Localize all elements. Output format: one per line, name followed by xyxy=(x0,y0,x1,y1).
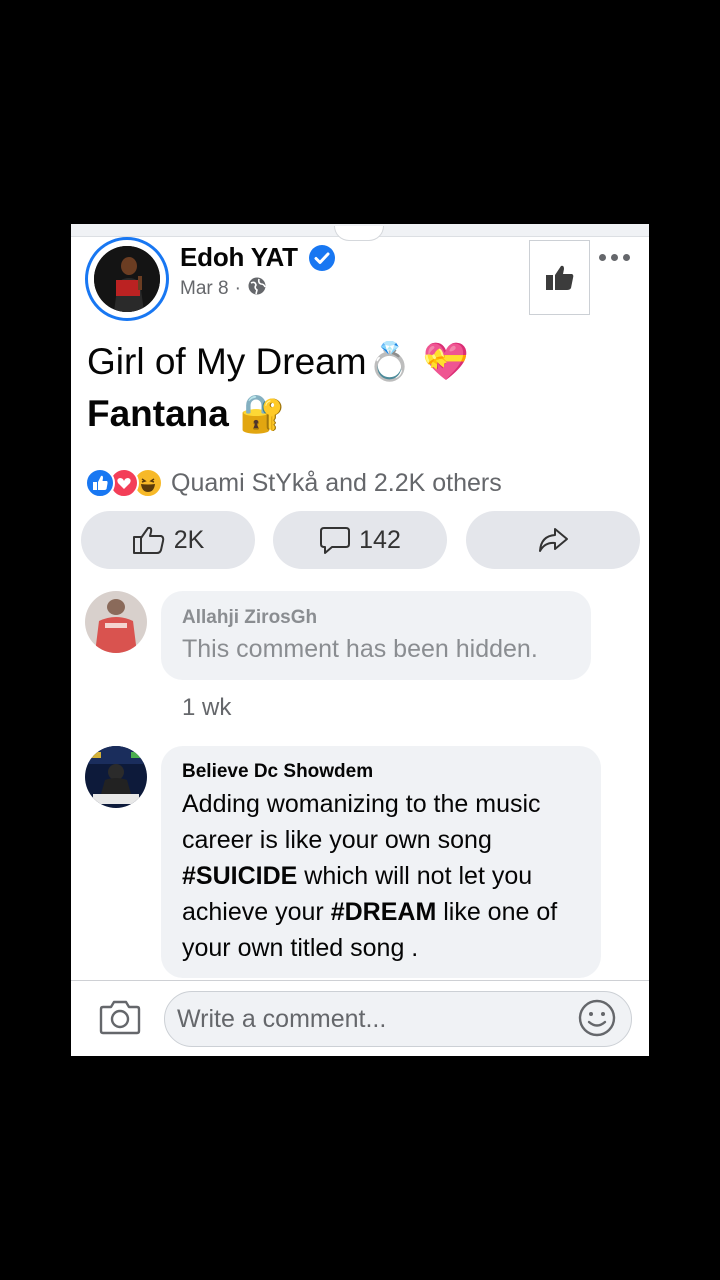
comment-placeholder: Write a comment... xyxy=(177,1005,387,1033)
like-count: 2K xyxy=(173,525,205,554)
post-text-line1: Girl of My Dream xyxy=(87,341,367,382)
like-page-button[interactable] xyxy=(529,240,590,315)
comment-author[interactable]: Believe Dc Showdem xyxy=(182,761,373,783)
comment-line: your own titled song . xyxy=(182,934,419,962)
post-meta: Mar 8 · xyxy=(180,276,267,302)
comment-line: Adding womanizing to the music xyxy=(182,790,541,818)
like-outline-icon xyxy=(132,526,164,554)
post-author[interactable]: Edoh YAT xyxy=(180,242,298,273)
post-text-line2: Fantana xyxy=(87,393,229,434)
post-card: Edoh YAT Mar 8 · Girl of My Dream💍 💝 Fan… xyxy=(71,224,649,1056)
like-button[interactable]: 2K xyxy=(81,511,255,569)
comment-line: which will not let you xyxy=(297,862,533,890)
comment-hidden-text: This comment has been hidden. xyxy=(182,635,538,663)
author-avatar[interactable] xyxy=(85,237,169,321)
comment-input[interactable]: Write a comment... xyxy=(164,991,632,1047)
commenter-avatar[interactable] xyxy=(85,746,147,808)
comment-line: achieve your xyxy=(182,898,331,926)
comment-line: like one of xyxy=(436,898,558,926)
comment-time[interactable]: 1 wk xyxy=(182,694,231,722)
comment-button[interactable]: 142 xyxy=(273,511,447,569)
reactions-text: Quami StYkå and 2.2K others xyxy=(171,468,502,497)
globe-icon xyxy=(247,276,267,302)
share-icon xyxy=(539,528,568,552)
avatar-image xyxy=(94,246,160,312)
post-date[interactable]: Mar 8 xyxy=(180,278,229,300)
commenter-avatar[interactable] xyxy=(85,591,147,653)
emoji-icon[interactable] xyxy=(577,998,617,1043)
thumbs-up-icon xyxy=(545,265,573,290)
hashtag-dream[interactable]: #DREAM xyxy=(331,898,437,926)
comment-line: career is like your own song xyxy=(182,826,492,854)
ring-heart-emoji: 💍 💝 xyxy=(366,341,469,382)
comment-text: Adding womanizing to the music career is… xyxy=(182,786,557,966)
comment-composer: Write a comment... xyxy=(71,980,649,1056)
more-options-icon[interactable] xyxy=(599,254,630,261)
comment-count: 142 xyxy=(359,525,401,554)
share-button[interactable] xyxy=(466,511,640,569)
comment-author[interactable]: Allahji ZirosGh xyxy=(182,607,317,629)
camera-icon[interactable] xyxy=(99,998,141,1041)
post-text: Girl of My Dream💍 💝 Fantana 🔐 xyxy=(87,336,469,440)
drag-handle[interactable] xyxy=(334,226,384,241)
like-reaction-icon xyxy=(85,468,115,498)
meta-separator: · xyxy=(234,278,241,299)
verified-badge-icon xyxy=(309,245,335,271)
comment-icon xyxy=(320,527,351,554)
lock-key-emoji: 🔐 xyxy=(239,393,286,434)
reactions-summary[interactable]: Quami StYkå and 2.2K others xyxy=(85,468,502,498)
hashtag-suicide[interactable]: #SUICIDE xyxy=(182,862,297,890)
